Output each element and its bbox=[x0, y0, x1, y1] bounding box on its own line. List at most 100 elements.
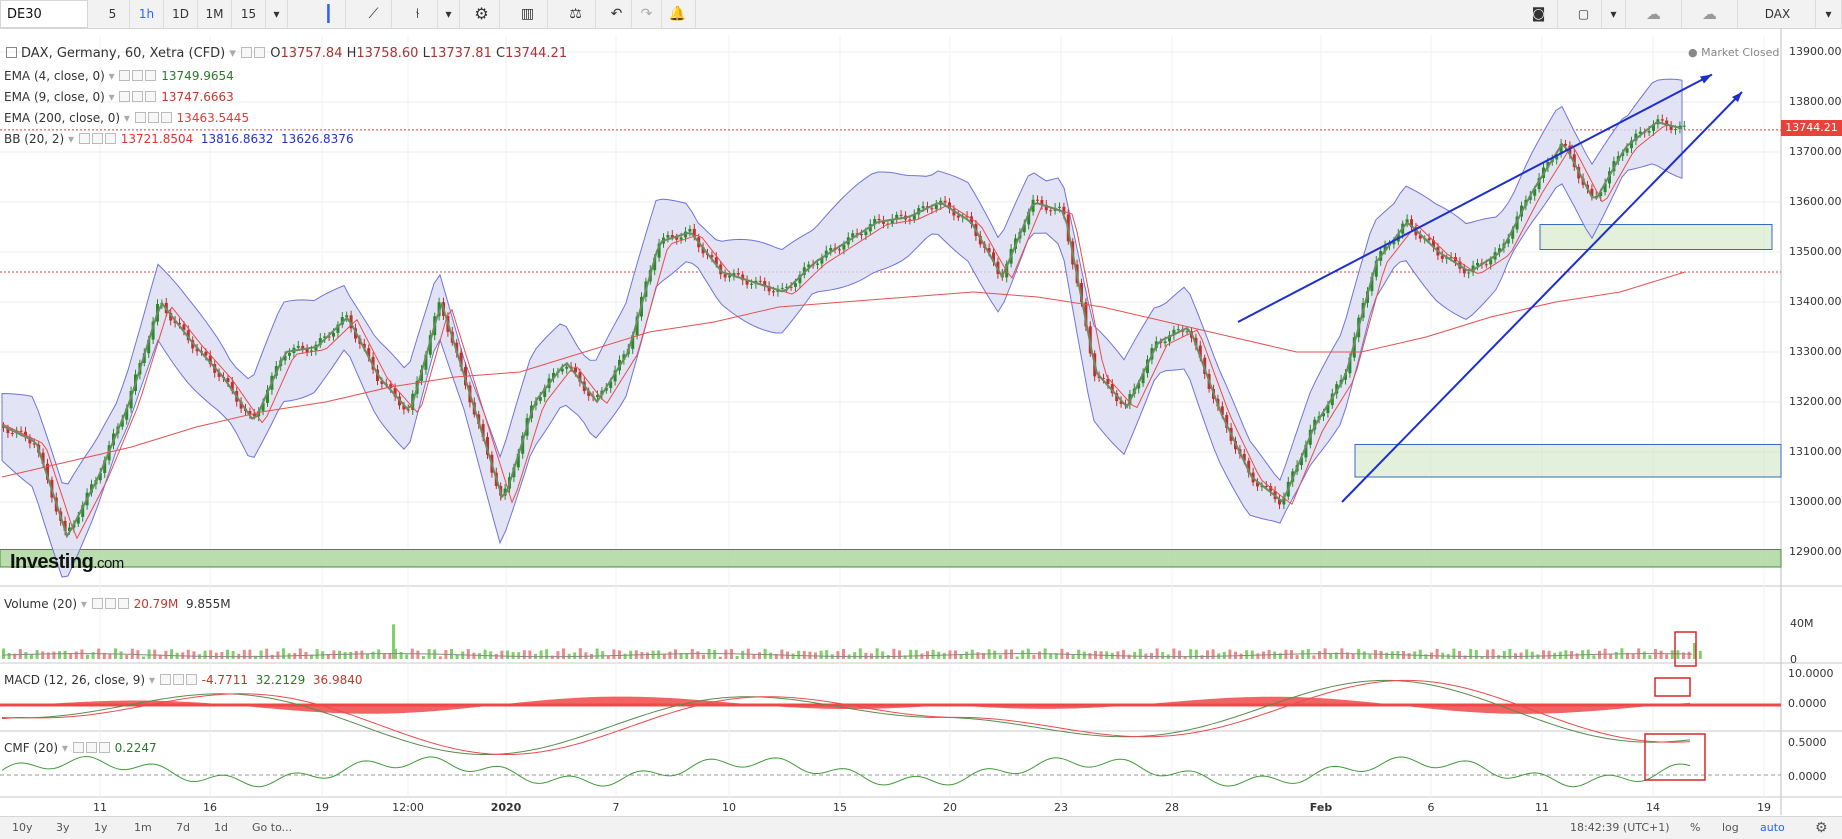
ema200-close-icon[interactable] bbox=[160, 112, 172, 123]
volume-bar bbox=[1547, 650, 1551, 659]
legend-eye-icon[interactable] bbox=[254, 47, 266, 58]
range-3y[interactable]: 3y bbox=[56, 817, 70, 839]
volume-bar bbox=[489, 651, 493, 659]
candle-body bbox=[666, 235, 670, 238]
volume-bar bbox=[69, 653, 73, 659]
volume-close-icon[interactable] bbox=[117, 598, 129, 609]
percent-toggle[interactable]: % bbox=[1690, 817, 1700, 839]
legend-dropdown-icon[interactable]: ▾ bbox=[229, 46, 236, 61]
volume-bar bbox=[282, 648, 285, 659]
legend-settings-icon[interactable] bbox=[241, 47, 253, 58]
macd-eye-icon[interactable] bbox=[172, 674, 184, 685]
bottom-bar: 10y 3y 1y 1m 7d 1d Go to... 18:42:39 (UT… bbox=[0, 816, 1842, 839]
volume-bar bbox=[1659, 650, 1663, 659]
time-tick: 12:00 bbox=[392, 801, 424, 814]
volume-bar bbox=[349, 651, 353, 659]
candle-body bbox=[1163, 341, 1167, 344]
volume-bar bbox=[965, 651, 969, 659]
candle-body bbox=[406, 409, 410, 411]
candle-body bbox=[930, 208, 934, 210]
volume-bar bbox=[1418, 649, 1422, 659]
volume-bar bbox=[1133, 651, 1137, 659]
ema4-eye-icon[interactable] bbox=[132, 70, 144, 81]
cmf-eye-icon[interactable] bbox=[85, 742, 97, 753]
volume-bar bbox=[1015, 656, 1019, 659]
volume-bar bbox=[1038, 651, 1041, 659]
ema200-settings-icon[interactable] bbox=[134, 112, 146, 123]
range-10y[interactable]: 10y bbox=[12, 817, 33, 839]
volume-bar bbox=[1525, 649, 1529, 659]
volume-bar bbox=[63, 650, 67, 659]
watermark-suffix: .com bbox=[93, 555, 124, 572]
clock: 18:42:39 (UTC+1) bbox=[1570, 821, 1670, 834]
ema4-name: EMA (4, close, 0) bbox=[4, 69, 105, 83]
cmf-settings-icon[interactable] bbox=[72, 742, 84, 753]
candle-body bbox=[864, 231, 868, 236]
volume-bar bbox=[119, 651, 123, 659]
time-tick: 28 bbox=[1165, 801, 1179, 814]
volume-bar bbox=[791, 653, 795, 659]
volume-bar bbox=[209, 650, 213, 659]
ohlc-open: 13757.84 bbox=[280, 46, 343, 61]
volume-bar bbox=[147, 649, 151, 659]
volume-bar bbox=[1088, 653, 1092, 659]
cmf-name: CMF (20) bbox=[4, 741, 59, 755]
range-7d[interactable]: 7d bbox=[176, 817, 190, 839]
volume-bar bbox=[914, 649, 918, 659]
volume-bar bbox=[483, 649, 487, 659]
ema4-close-icon[interactable] bbox=[145, 70, 157, 81]
ema9-close-icon[interactable] bbox=[145, 91, 157, 102]
main-pane bbox=[0, 35, 1781, 580]
candle-body bbox=[19, 430, 23, 432]
candle-body bbox=[1176, 329, 1180, 331]
log-toggle[interactable]: log bbox=[1722, 817, 1739, 839]
volume-bar bbox=[220, 652, 224, 659]
volume-bar bbox=[1390, 651, 1394, 659]
macd-line bbox=[1, 679, 1691, 756]
volume-bar bbox=[354, 650, 358, 659]
cmf-plot bbox=[0, 756, 1781, 788]
macd-close-icon[interactable] bbox=[185, 674, 197, 685]
volume-bar bbox=[931, 649, 935, 659]
ema200-legend: EMA (200, close, 0) ▾ 13463.5445 bbox=[4, 111, 250, 125]
volume-bar bbox=[752, 654, 756, 659]
auto-toggle[interactable]: auto bbox=[1760, 817, 1785, 839]
candle-body bbox=[877, 218, 881, 221]
time-tick: 11 bbox=[93, 801, 107, 814]
candle-body bbox=[1058, 206, 1061, 208]
bb-settings-icon[interactable] bbox=[78, 133, 90, 144]
bottom-settings-gear-icon[interactable]: ⚙ bbox=[1815, 817, 1828, 839]
goto-button[interactable]: Go to... bbox=[252, 817, 292, 839]
price-tick: 13000.00 bbox=[1789, 495, 1842, 508]
range-1y[interactable]: 1y bbox=[94, 817, 108, 839]
volume-bar bbox=[1155, 648, 1159, 659]
ema4-settings-icon[interactable] bbox=[119, 70, 131, 81]
volume-bar bbox=[881, 651, 885, 659]
cmf-close-icon[interactable] bbox=[98, 742, 110, 753]
candle-body bbox=[1682, 125, 1686, 127]
volume-bar bbox=[556, 651, 560, 659]
volume-bar bbox=[875, 648, 879, 659]
range-1d[interactable]: 1d bbox=[214, 817, 228, 839]
volume-bar bbox=[1502, 650, 1506, 659]
ema9-settings-icon[interactable] bbox=[119, 91, 131, 102]
volume-bar bbox=[125, 655, 129, 659]
volume-bar bbox=[550, 655, 554, 659]
candle-body bbox=[1476, 262, 1479, 266]
volume-bar bbox=[315, 649, 319, 659]
volume-bar bbox=[399, 652, 403, 659]
volume-bar bbox=[1138, 648, 1142, 659]
volume-bar bbox=[52, 651, 56, 659]
range-1m[interactable]: 1m bbox=[134, 817, 152, 839]
macd-settings-icon[interactable] bbox=[159, 674, 171, 685]
collapse-icon[interactable] bbox=[6, 47, 17, 58]
volume-settings-icon[interactable] bbox=[91, 598, 103, 609]
time-tick: 19 bbox=[1757, 801, 1771, 814]
bb-close-icon[interactable] bbox=[104, 133, 116, 144]
ema9-eye-icon[interactable] bbox=[132, 91, 144, 102]
bb-eye-icon[interactable] bbox=[91, 133, 103, 144]
candle-body bbox=[1660, 119, 1664, 121]
volume-bar bbox=[58, 651, 61, 659]
ema200-eye-icon[interactable] bbox=[147, 112, 159, 123]
volume-eye-icon[interactable] bbox=[104, 598, 116, 609]
